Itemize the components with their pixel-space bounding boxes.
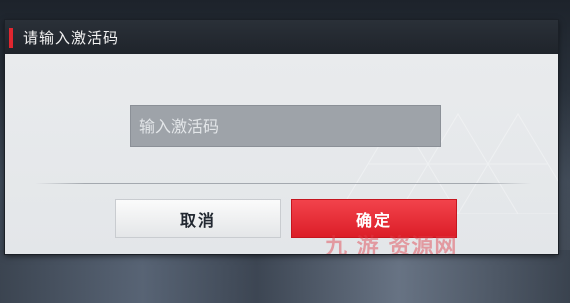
background-artwork <box>0 250 570 303</box>
dialog-body: 取消 确定 九 游 资源网 <box>5 54 558 254</box>
confirm-button[interactable]: 确定 <box>291 199 457 238</box>
cancel-button[interactable]: 取消 <box>115 199 281 238</box>
activation-code-input[interactable] <box>130 105 441 147</box>
divider <box>35 183 531 184</box>
header-accent-bar <box>9 28 13 48</box>
dialog-title: 请输入激活码 <box>23 29 120 47</box>
activation-code-dialog: 请输入激活码 取消 确定 九 游 资源网 <box>5 20 558 254</box>
dialog-header: 请输入激活码 <box>5 20 558 54</box>
